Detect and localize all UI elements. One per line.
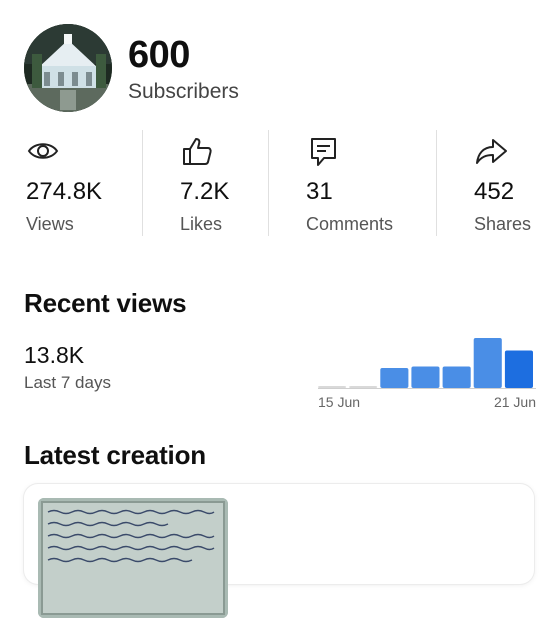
stat-value: 452 (474, 178, 515, 205)
subscriber-label: Subscribers (128, 80, 239, 103)
recent-views-title: Recent views (24, 288, 187, 318)
chart-bar-19-jun (442, 366, 471, 388)
handwritten-notes-image (38, 498, 228, 618)
eye-icon (27, 143, 59, 159)
chart-tick-label: 15 Jun (318, 394, 360, 410)
stat-value: 274.8K (26, 178, 103, 205)
recent-views-value: 13.8K (24, 342, 85, 368)
channel-avatar[interactable] (24, 24, 112, 112)
chart-bar-18-jun (411, 366, 440, 388)
latest-creation-card[interactable] (24, 484, 534, 618)
divider (142, 130, 143, 236)
chart-bar-17-jun (380, 368, 409, 388)
stat-value: 31 (306, 178, 333, 205)
comment-icon (311, 138, 336, 166)
chart-bar-21-jun (504, 350, 533, 388)
stat-label: Views (26, 214, 74, 234)
video-thumbnail[interactable] (38, 498, 228, 618)
stat-value: 7.2K (180, 178, 230, 205)
recent-views-period: Last 7 days (24, 373, 111, 392)
share-icon (476, 139, 507, 164)
stat-label: Likes (180, 214, 223, 234)
subscriber-count: 600 (128, 34, 190, 76)
latest-creation-title: Latest creation (24, 440, 206, 470)
channel-header: 600 Subscribers (24, 24, 544, 112)
stats-row: 274.8K Views 7.2K Likes 31 Comments 452 … (0, 128, 560, 238)
chart-bar-16-jun (349, 386, 378, 388)
temple-photo (24, 24, 112, 112)
chart-bar-20-jun (473, 338, 502, 388)
bar-chart: 15 Jun 21 Jun (318, 338, 536, 410)
chart-bar-15-jun (318, 386, 347, 388)
divider (436, 130, 437, 236)
recent-views-chart[interactable]: 15 Jun 21 Jun (318, 336, 536, 416)
thumbs-up-icon (183, 138, 212, 165)
stat-label: Comments (306, 214, 394, 234)
chart-tick-label: 21 Jun (494, 394, 536, 410)
divider (268, 130, 269, 236)
stat-label: Shares (474, 214, 532, 234)
